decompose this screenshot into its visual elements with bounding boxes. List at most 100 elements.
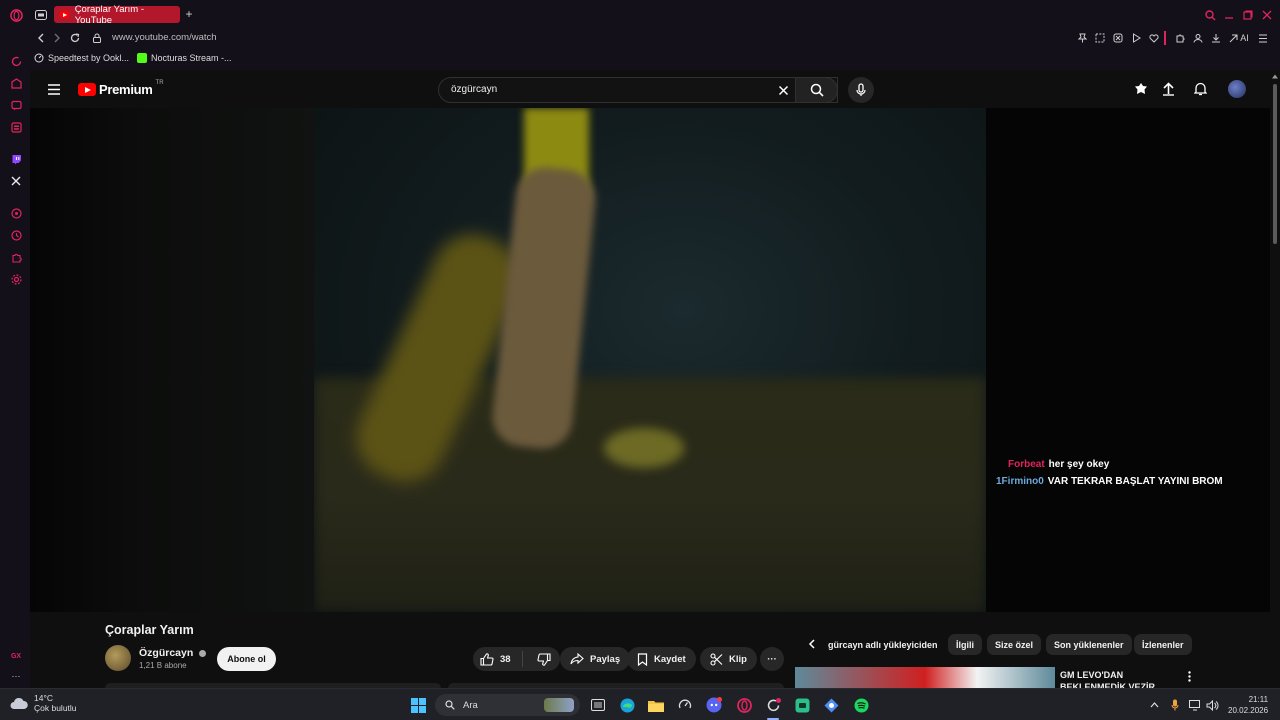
channel-avatar[interactable]	[105, 645, 131, 671]
history-icon[interactable]	[9, 228, 23, 242]
gx-label[interactable]: GX	[6, 650, 26, 662]
video-scene-flowers	[604, 428, 684, 468]
snapshot-icon[interactable]	[1094, 32, 1106, 44]
speedtest-icon	[34, 53, 44, 63]
recommended-thumbnail[interactable]	[795, 667, 1055, 688]
back-icon[interactable]	[34, 31, 46, 45]
close-window-icon[interactable]	[1260, 8, 1274, 22]
microphone-tray-icon[interactable]	[1167, 697, 1183, 713]
region-code: TR	[155, 79, 164, 86]
aria-icon[interactable]	[9, 54, 23, 68]
app-blue-icon[interactable]	[823, 697, 839, 713]
dislike-button[interactable]	[529, 652, 560, 666]
player-sidebar-icon[interactable]	[9, 206, 23, 220]
clip-button[interactable]: Klip	[700, 647, 757, 671]
upload-icon[interactable]	[1160, 81, 1176, 97]
chip-related[interactable]: İlgili	[948, 634, 982, 655]
x-twitter-icon[interactable]	[9, 174, 23, 188]
gx-corner-icon[interactable]	[9, 76, 23, 90]
chip-recently-uploaded[interactable]: Son yüklenenler	[1046, 634, 1132, 655]
player-icon[interactable]	[1130, 32, 1142, 44]
profile-icon[interactable]	[1192, 32, 1204, 44]
recommended-menu-icon[interactable]	[1184, 669, 1194, 683]
taskbar-search[interactable]: Ara	[435, 694, 580, 716]
search-tabs-icon[interactable]	[1203, 8, 1217, 22]
show-hidden-icons[interactable]	[1146, 697, 1162, 713]
weather-widget[interactable]: 14°C Çok bulutlu	[10, 693, 77, 713]
start-windows-icon[interactable]	[410, 697, 426, 713]
clear-search-icon[interactable]	[776, 83, 790, 97]
opera-logo-icon[interactable]	[8, 7, 24, 23]
messenger-icon[interactable]	[9, 98, 23, 112]
thumbs-down-icon	[537, 652, 551, 666]
taskbar: 14°C Çok bulutlu Ara 21:11 20.02.2026	[0, 688, 1280, 720]
create-icon[interactable]	[1133, 81, 1149, 97]
voice-search-button[interactable]	[848, 77, 874, 103]
workspaces-icon[interactable]	[33, 7, 49, 23]
like-button[interactable]: 38	[473, 651, 523, 667]
pin-icon[interactable]	[1076, 32, 1088, 44]
bookmark-nocturas[interactable]: Nocturas Stream -...	[137, 53, 232, 63]
like-count: 38	[500, 653, 511, 665]
download-icon[interactable]	[1210, 32, 1222, 44]
minimize-icon[interactable]	[1222, 8, 1236, 22]
new-tab-button[interactable]: +	[182, 7, 196, 21]
subscribe-button[interactable]: Abone ol	[217, 647, 276, 671]
aria-ai-button[interactable]: AI	[1227, 32, 1251, 44]
task-view-icon[interactable]	[590, 697, 606, 713]
chip-for-you[interactable]: Size özel	[987, 634, 1042, 655]
share-button[interactable]: Paylaş	[560, 647, 631, 671]
forward-icon[interactable]	[51, 31, 63, 45]
chip-from-uploader[interactable]: gürcayn adlı yükleyiciden	[828, 634, 938, 655]
chips-prev-icon[interactable]	[804, 637, 818, 651]
network-icon[interactable]	[1187, 697, 1203, 713]
opera-gx-taskbar-icon[interactable]	[765, 697, 781, 713]
extensions-icon[interactable]	[1174, 32, 1186, 44]
opera-taskbar-icon[interactable]	[736, 697, 752, 713]
speedtest-taskbar-icon[interactable]	[677, 697, 693, 713]
video-blur-right	[986, 108, 1270, 612]
sidebar-more-icon[interactable]: ···	[6, 670, 26, 682]
channel-name[interactable]: Özgürcayn	[139, 647, 207, 659]
tab-youtube[interactable]: Çoraplar Yarım - YouTube	[54, 4, 180, 26]
twitch-icon[interactable]	[9, 152, 23, 166]
page-scrollbar[interactable]	[1270, 70, 1280, 688]
save-button[interactable]: Kaydet	[627, 647, 696, 671]
reload-icon[interactable]	[69, 31, 81, 45]
news-icon[interactable]	[9, 120, 23, 134]
youtube-header: Premium TR özgürcayn	[30, 70, 1280, 108]
discord-icon[interactable]	[706, 697, 722, 713]
url-field[interactable]: www.youtube.com/watch	[112, 32, 217, 43]
scissors-icon	[710, 652, 723, 666]
youtube-logo[interactable]: Premium TR	[78, 79, 164, 97]
extensions-sidebar-icon[interactable]	[9, 250, 23, 264]
bookmark-speedtest[interactable]: Speedtest by Ookl...	[34, 53, 129, 63]
volume-icon[interactable]	[1204, 697, 1220, 713]
adblock-icon[interactable]	[1112, 32, 1124, 44]
account-avatar[interactable]	[1228, 80, 1246, 98]
address-bar-row: www.youtube.com/watch AI	[0, 28, 1280, 48]
heart-icon[interactable]	[1148, 32, 1160, 44]
easy-setup-icon[interactable]	[1257, 32, 1269, 44]
channel-name-text: Özgürcayn	[139, 647, 194, 659]
system-clock[interactable]: 21:11 20.02.2026	[1228, 694, 1268, 716]
chip-watched[interactable]: İzlenenler	[1134, 634, 1192, 655]
notifications-bell-icon[interactable]	[1192, 81, 1208, 97]
spotify-icon[interactable]	[853, 697, 869, 713]
search-query: özgürcayn	[451, 84, 498, 95]
scroll-up-icon[interactable]	[1272, 72, 1278, 80]
chat-message: VAR TEKRAR BAŞLAT YAYINI BROM	[1047, 476, 1223, 487]
scrollbar-thumb[interactable]	[1273, 84, 1277, 244]
search-button[interactable]	[795, 77, 838, 103]
video-frame[interactable]	[314, 108, 986, 612]
video-player[interactable]: Forbeat her şey okey 1Firmino0 VAR TEKRAR …	[30, 108, 1270, 612]
verified-icon	[199, 649, 207, 657]
recommended-title[interactable]: GM LEVO'DAN BEKLENMEDİK VEZİR	[1060, 669, 1170, 688]
more-actions-button[interactable]: ···	[760, 647, 784, 671]
edge-icon[interactable]	[619, 697, 635, 713]
file-explorer-icon[interactable]	[648, 697, 664, 713]
menu-icon[interactable]	[46, 82, 62, 96]
maximize-icon[interactable]	[1241, 8, 1255, 22]
settings-gear-icon[interactable]	[9, 272, 23, 286]
app-green-icon[interactable]	[794, 697, 810, 713]
